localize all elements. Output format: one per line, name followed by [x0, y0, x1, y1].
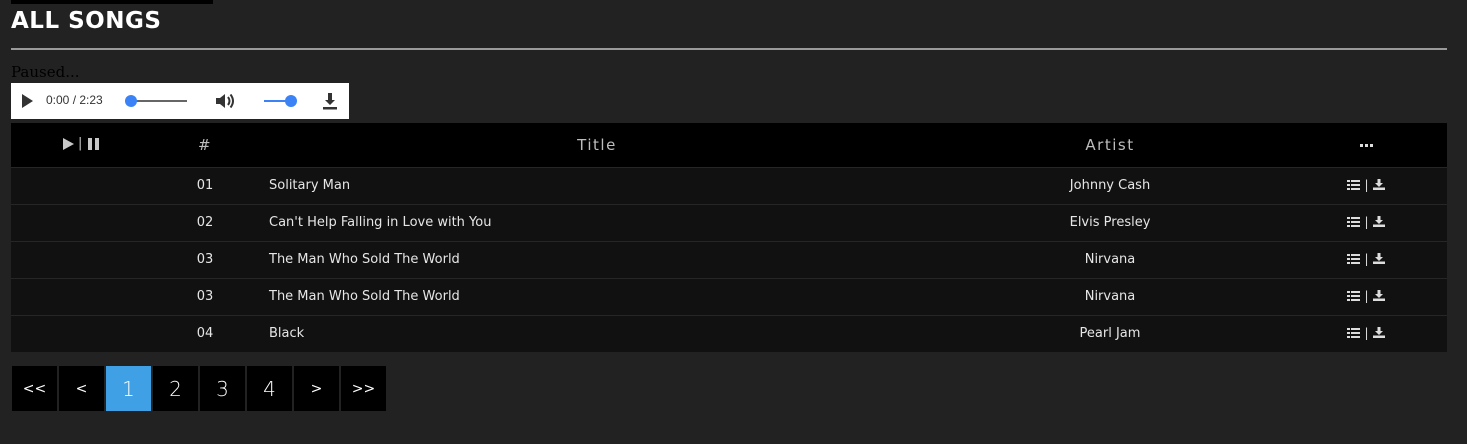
playlist-icon[interactable]	[1347, 290, 1361, 301]
action-separator: |	[1364, 288, 1369, 303]
play-pause-separator: |	[78, 136, 84, 152]
track-number: 02	[196, 215, 214, 230]
row-actions: |	[1285, 278, 1447, 315]
row-play-cell[interactable]	[11, 278, 151, 315]
pause-icon	[87, 137, 99, 150]
progress-slider-thumb[interactable]	[125, 95, 137, 107]
action-separator: |	[1364, 325, 1369, 340]
table-row[interactable]: 04 Black Pearl Jam |	[11, 315, 1447, 352]
track-artist: Elvis Presley	[1069, 215, 1151, 230]
page-button-1[interactable]: 1	[106, 366, 151, 411]
track-artist: Pearl Jam	[1079, 326, 1141, 342]
top-bar-stub	[11, 0, 213, 4]
track-number: 04	[196, 326, 214, 342]
download-icon[interactable]	[1372, 327, 1385, 339]
track-title: Can't Help Falling in Love with You	[269, 215, 492, 230]
page-button-3[interactable]: 3	[200, 366, 245, 411]
playlist-icon[interactable]	[1347, 253, 1361, 264]
play-pause-header[interactable]: |	[11, 123, 151, 167]
pagination: << < 1 2 3 4 > >>	[12, 366, 386, 411]
player-status: Paused...	[11, 63, 80, 81]
audio-player: 0:00 / 2:23	[11, 83, 349, 119]
action-separator: |	[1364, 251, 1369, 266]
row-actions: |	[1285, 241, 1447, 278]
songs-table: | # Title Artist 01 Solitary Man Johnny …	[11, 123, 1447, 352]
number-column-header: #	[197, 135, 213, 154]
playlist-icon[interactable]	[1347, 216, 1361, 227]
track-number: 03	[196, 252, 214, 267]
table-row[interactable]: 02 Can't Help Falling in Love with You E…	[11, 204, 1447, 241]
track-number: 01	[196, 178, 214, 193]
row-actions: |	[1285, 167, 1447, 204]
row-actions: |	[1285, 315, 1447, 352]
row-play-cell[interactable]	[11, 315, 151, 352]
track-number: 03	[196, 289, 214, 304]
table-header-row: | # Title Artist	[11, 123, 1447, 167]
track-title: Black	[269, 326, 305, 342]
download-icon[interactable]	[1372, 290, 1385, 301]
prev-page-button[interactable]: <	[59, 366, 104, 411]
play-button[interactable]	[22, 94, 33, 108]
download-icon[interactable]	[1372, 253, 1385, 264]
table-row[interactable]: 01 Solitary Man Johnny Cash |	[11, 167, 1447, 204]
next-page-button[interactable]: >	[294, 366, 339, 411]
artist-column-header: Artist	[1085, 135, 1135, 154]
player-time: 0:00 / 2:23	[46, 93, 103, 107]
more-header	[1285, 123, 1447, 167]
progress-slider[interactable]	[129, 100, 187, 102]
row-play-cell[interactable]	[11, 241, 151, 278]
row-actions: |	[1285, 204, 1447, 241]
track-title: The Man Who Sold The World	[269, 252, 460, 267]
download-icon[interactable]	[1372, 216, 1385, 227]
playlist-icon[interactable]	[1347, 327, 1361, 338]
track-artist: Nirvana	[1084, 289, 1136, 304]
row-play-cell[interactable]	[11, 204, 151, 241]
title-column-header: Title	[577, 135, 617, 154]
table-row[interactable]: 03 The Man Who Sold The World Nirvana |	[11, 241, 1447, 278]
more-dots-icon	[1359, 143, 1373, 147]
volume-icon[interactable]	[214, 91, 236, 111]
row-play-cell[interactable]	[11, 167, 151, 204]
page-button-2[interactable]: 2	[153, 366, 198, 411]
first-page-button[interactable]: <<	[12, 366, 57, 411]
table-row[interactable]: 03 The Man Who Sold The World Nirvana |	[11, 278, 1447, 315]
page-button-4[interactable]: 4	[247, 366, 292, 411]
volume-slider-thumb[interactable]	[285, 95, 297, 107]
track-artist: Nirvana	[1084, 252, 1136, 267]
track-title: The Man Who Sold The World	[269, 289, 460, 304]
action-separator: |	[1364, 177, 1369, 192]
title-divider	[11, 48, 1447, 50]
track-title: Solitary Man	[269, 178, 351, 193]
action-separator: |	[1364, 214, 1369, 229]
last-page-button[interactable]: >>	[341, 366, 386, 411]
play-icon	[63, 137, 75, 150]
track-artist: Johnny Cash	[1069, 178, 1151, 193]
download-icon[interactable]	[320, 91, 340, 111]
download-icon[interactable]	[1372, 179, 1385, 190]
page-title: ALL SONGS	[11, 8, 162, 34]
playlist-icon[interactable]	[1347, 179, 1361, 190]
